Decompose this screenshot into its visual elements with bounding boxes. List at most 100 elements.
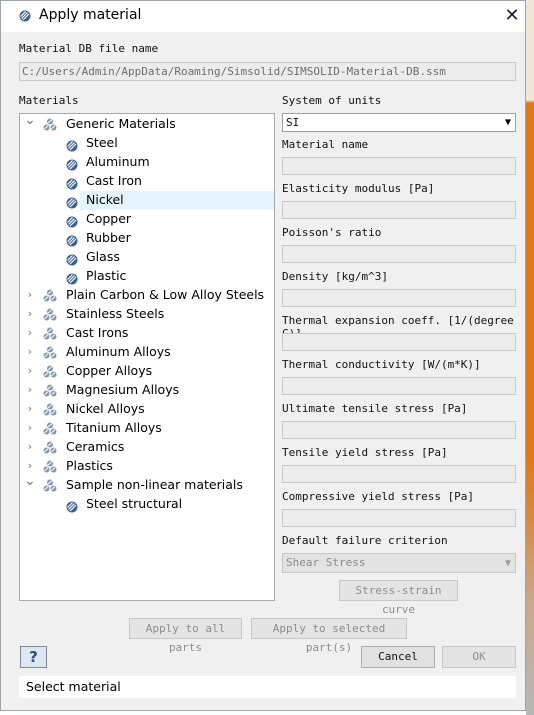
tree-item-label: Aluminum Alloys [66,344,171,359]
tree-group-item[interactable]: › Copper Alloys [20,362,274,381]
tree-group-item[interactable]: › Stainless Steels [20,305,274,324]
elasticity-label: Elasticity modulus [Pa] [282,182,435,195]
compressive-yield-label: Compressive yield stress [Pa] [282,490,475,503]
tensile-yield-label: Tensile yield stress [Pa] [282,446,448,459]
units-label: System of units [282,94,382,107]
tree-item-label: Steel [86,135,118,150]
material-group-icon [43,364,57,378]
tree-item-label: Ceramics [66,439,125,454]
tree-item-label: Plain Carbon & Low Alloy Steels [66,287,265,302]
tree-item-label: Plastics [66,458,113,473]
tree-item-label: Glass [86,249,120,264]
chevron-down-icon[interactable]: ⌄ [24,474,36,488]
material-icon [66,137,78,152]
chevron-down-icon: ▼ [504,558,511,569]
tree-material-item[interactable]: Steel [20,134,274,153]
tree-item-label: Copper Alloys [66,363,153,378]
ultimate-tensile-label: Ultimate tensile stress [Pa] [282,402,468,415]
chevron-right-icon[interactable]: › [24,364,36,378]
tree-item-label: Sample non-linear materials [66,477,243,492]
tree-material-item[interactable]: Rubber [20,229,274,248]
tree-item-label: Cast Irons [66,325,129,340]
tree-group-item[interactable]: › Cast Irons [20,324,274,343]
material-group-icon [43,307,57,321]
materials-tree[interactable]: ⌄ Generic Materials Steel Aluminum Cast Iron… [19,113,275,601]
compressive-yield-field[interactable] [282,509,516,527]
tensile-yield-field[interactable] [282,465,516,483]
material-icon [66,498,78,513]
failure-criterion-label: Default failure criterion [282,534,448,547]
material-group-icon [43,402,57,416]
tree-group-item[interactable]: › Plain Carbon & Low Alloy Steels [20,286,274,305]
chevron-right-icon[interactable]: › [24,421,36,435]
tree-group-item[interactable]: › Ceramics [20,438,274,457]
tree-group-item[interactable]: › Nickel Alloys [20,400,274,419]
tree-material-item[interactable]: Cast Iron [20,172,274,191]
chevron-right-icon[interactable]: › [24,402,36,416]
units-select-value: SI [286,116,300,129]
material-icon [66,194,78,209]
material-icon [66,156,78,171]
material-group-icon [43,117,57,131]
tree-item-label: Copper [86,211,132,226]
tree-item-label: Aluminum [86,154,150,169]
ok-button[interactable]: OK [442,646,516,668]
tree-group-item[interactable]: ⌄ Sample non-linear materials [20,474,274,495]
density-field[interactable] [282,289,516,307]
density-label: Density [kg/m^3] [282,270,388,283]
thermal-expansion-field[interactable] [282,333,516,351]
status-bar: Select material [19,676,516,698]
thermal-conductivity-field[interactable] [282,377,516,395]
chevron-right-icon[interactable]: › [24,383,36,397]
chevron-right-icon[interactable]: › [24,288,36,302]
window-title: Apply material [39,7,142,23]
tree-material-item[interactable]: Nickel [66,191,274,210]
tree-group-item[interactable]: › Plastics [20,457,274,476]
chevron-right-icon[interactable]: › [24,459,36,473]
ultimate-tensile-field[interactable] [282,421,516,439]
material-name-field[interactable] [282,157,516,175]
tree-material-item[interactable]: Copper [20,210,274,229]
title-bar[interactable]: Apply material ✕ [1,1,525,32]
tree-group-item[interactable]: ⌄ Generic Materials [20,114,274,134]
stress-strain-curve-button[interactable]: Stress-strain curve [339,580,458,616]
failure-criterion-select[interactable]: Shear Stress ▼ [282,553,516,573]
chevron-right-icon[interactable]: › [24,307,36,321]
background-window-edge [526,0,534,715]
close-icon[interactable]: ✕ [501,5,523,27]
material-group-icon [43,440,57,454]
apply-to-all-parts-button[interactable]: Apply to all parts [129,618,242,654]
tree-group-item[interactable]: › Aluminum Alloys [20,343,274,362]
material-icon [66,175,78,190]
material-group-icon [43,326,57,340]
material-icon [66,232,78,247]
material-group-icon [43,478,57,492]
tree-material-item[interactable]: Steel structural [20,495,274,514]
tree-material-item[interactable]: Aluminum [20,153,274,172]
failure-criterion-value: Shear Stress [286,556,366,569]
material-group-icon [43,459,57,473]
chevron-down-icon[interactable]: ⌄ [24,114,36,127]
material-icon [66,213,78,228]
tree-item-label: Nickel [86,192,124,207]
units-select[interactable]: SI ▼ [282,113,516,132]
cancel-button[interactable]: Cancel [361,646,435,668]
chevron-right-icon[interactable]: › [24,326,36,340]
tree-item-label: Nickel Alloys [66,401,145,416]
poisson-field[interactable] [282,245,516,263]
material-icon [66,251,78,266]
material-group-icon [43,288,57,302]
chevron-right-icon[interactable]: › [24,440,36,454]
tree-material-item[interactable]: Plastic [20,267,274,286]
tree-group-item[interactable]: › Titanium Alloys [20,419,274,438]
apply-to-selected-parts-button[interactable]: Apply to selected part(s) [251,618,407,654]
tree-item-label: Magnesium Alloys [66,382,180,397]
tree-material-item[interactable]: Glass [20,248,274,267]
tree-item-label: Rubber [86,230,131,245]
db-file-path-field[interactable]: C:/Users/Admin/AppData/Roaming/Simsolid/… [19,62,516,81]
help-button[interactable]: ? [20,646,47,668]
db-file-label: Material DB file name [19,42,159,55]
tree-group-item[interactable]: › Magnesium Alloys [20,381,274,400]
elasticity-field[interactable] [282,201,516,219]
chevron-right-icon[interactable]: › [24,345,36,359]
